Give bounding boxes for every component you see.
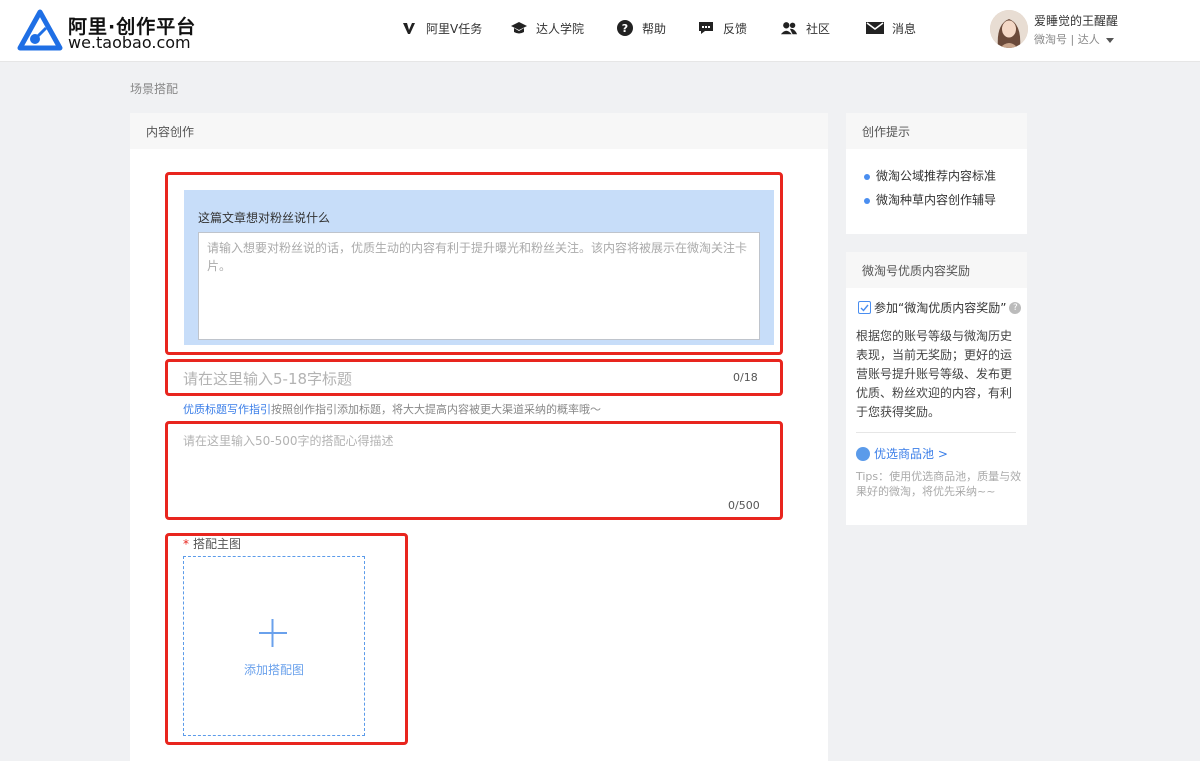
svg-text:?: ?	[622, 22, 628, 35]
v-icon	[400, 19, 418, 37]
user-role[interactable]: 微淘号 | 达人	[1034, 31, 1114, 47]
nav-label: 阿里V任务	[426, 21, 483, 36]
question-icon[interactable]: ?	[1009, 301, 1022, 314]
title-guide-text: 按照创作指引添加标题，将大大提高内容被更大渠道采纳的概率哦～	[271, 403, 601, 416]
highlight-description	[165, 421, 783, 520]
reward-panel: 微淘号优质内容奖励 参加“微淘优质内容奖励” ? 根据您的账号等级与微淘历史表现…	[846, 252, 1027, 525]
question-circle-icon: ?	[616, 19, 634, 37]
panel-title: 内容创作	[130, 113, 828, 149]
highlight-fan-message	[165, 172, 783, 355]
user-role-label: 微淘号 | 达人	[1034, 33, 1100, 46]
highlight-main-image	[165, 533, 408, 745]
reward-checkbox-label: 参加“微淘优质内容奖励”	[874, 301, 1007, 315]
nav-item-community[interactable]: 社区	[780, 0, 830, 56]
reward-checkbox-row[interactable]: 参加“微淘优质内容奖励” ?	[858, 299, 1022, 316]
breadcrumb: 场景搭配	[130, 82, 179, 96]
bullet-icon	[864, 173, 870, 180]
logo[interactable]: 阿里·创作平台 we.taobao.com	[16, 8, 216, 54]
pool-icon	[856, 446, 870, 461]
caret-down-icon[interactable]	[1105, 37, 1114, 43]
reward-title: 微淘号优质内容奖励	[846, 252, 1027, 288]
product-pool-label: 优选商品池 >	[874, 447, 948, 461]
title-guide: 优质标题写作指引按照创作指引添加标题，将大大提高内容被更大渠道采纳的概率哦～	[183, 401, 601, 417]
nav-label: 反馈	[723, 21, 748, 36]
bullet-icon	[864, 197, 870, 204]
nav-item-messages[interactable]: 消息	[866, 0, 916, 56]
user-menu[interactable]: 爱睡觉的王醒醒 微淘号 | 达人	[990, 10, 1190, 50]
logo-icon	[17, 9, 63, 51]
top-header: 阿里·创作平台 we.taobao.com 阿里V任务 达人学院 ? 帮助 反馈…	[0, 0, 1200, 62]
creation-tips-panel: 创作提示 微淘公域推荐内容标准 微淘种草内容创作辅导	[846, 113, 1027, 234]
product-pool-link[interactable]: 优选商品池 >	[856, 445, 948, 462]
tip-link-label: 微淘公域推荐内容标准	[876, 169, 997, 183]
user-name: 爱睡觉的王醒醒	[1034, 14, 1119, 28]
tip-link-label: 微淘种草内容创作辅导	[876, 193, 997, 207]
tip-link-standards[interactable]: 微淘公域推荐内容标准	[864, 167, 996, 184]
tip-link-coaching[interactable]: 微淘种草内容创作辅导	[864, 191, 996, 208]
chat-bubble-icon	[697, 19, 715, 37]
graduation-cap-icon	[510, 19, 528, 37]
reward-description: 根据您的账号等级与微淘历史表现，当前无奖励；更好的运营账号提升账号等级、发布更优…	[856, 329, 1013, 419]
nav-item-help[interactable]: ? 帮助	[616, 0, 666, 56]
logo-subtitle: we.taobao.com	[68, 33, 191, 52]
nav-item-v-task[interactable]: 阿里V任务	[400, 0, 482, 56]
divider	[856, 432, 1016, 433]
nav-item-academy[interactable]: 达人学院	[510, 0, 584, 56]
nav-label: 社区	[806, 21, 831, 36]
title-guide-link[interactable]: 优质标题写作指引	[183, 403, 271, 416]
nav-label: 帮助	[642, 21, 667, 36]
users-icon	[780, 19, 798, 37]
nav-label: 达人学院	[536, 21, 585, 36]
envelope-icon	[866, 19, 884, 37]
avatar[interactable]	[990, 10, 1028, 48]
nav-label: 消息	[892, 21, 917, 36]
nav-item-feedback[interactable]: 反馈	[697, 0, 747, 56]
product-pool-tip: Tips：使用优选商品池，质量与效果好的微淘，将优先采纳~~	[856, 470, 1022, 498]
creation-tips-title: 创作提示	[846, 113, 1027, 149]
checkbox[interactable]	[858, 301, 871, 314]
highlight-title	[165, 359, 783, 396]
